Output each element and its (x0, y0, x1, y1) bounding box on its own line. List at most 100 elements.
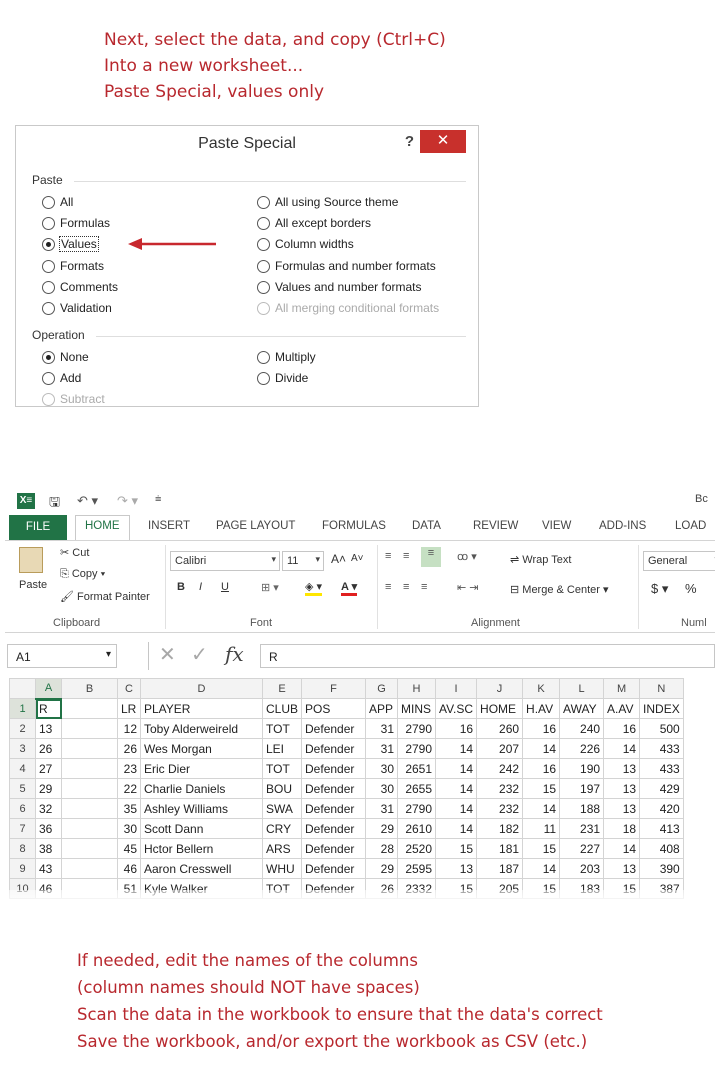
cell[interactable]: Defender (301, 778, 367, 799)
cell[interactable]: Charlie Daniels (140, 778, 263, 799)
cell[interactable]: PLAYER (140, 698, 263, 719)
formula-input[interactable]: R (260, 644, 715, 668)
cell[interactable]: 13 (603, 798, 641, 819)
cell[interactable]: 500 (639, 718, 684, 739)
cell[interactable]: 390 (639, 858, 684, 879)
cell[interactable]: 14 (435, 798, 478, 819)
cell[interactable]: 31 (365, 738, 399, 759)
cell[interactable]: 14 (435, 738, 478, 759)
insert-function-icon[interactable]: fx (225, 642, 244, 666)
column-header[interactable]: E (261, 678, 303, 699)
radio-add[interactable]: Add (42, 371, 81, 385)
cell[interactable]: 15 (522, 838, 561, 859)
radio-subtract[interactable]: Subtract (42, 392, 105, 406)
tab-data[interactable]: DATA (412, 520, 441, 532)
column-header[interactable]: H (397, 678, 437, 699)
align-top-icon[interactable]: ≡ (385, 550, 391, 562)
tab-review[interactable]: REVIEW (473, 520, 518, 532)
cell[interactable]: APP (365, 698, 399, 719)
cell[interactable]: 30 (117, 818, 141, 839)
cell[interactable]: Defender (301, 718, 367, 739)
cell[interactable]: 2520 (397, 838, 437, 859)
cell[interactable]: 16 (435, 718, 478, 739)
cell[interactable]: 43 (35, 858, 62, 879)
cell[interactable]: TOT (261, 758, 303, 779)
cell[interactable]: LEI (261, 738, 303, 759)
align-bottom-icon[interactable]: ≡ (421, 547, 441, 567)
cell[interactable]: 197 (559, 778, 605, 799)
fill-color-icon[interactable]: ◈ ▾ (305, 580, 323, 596)
cell[interactable] (61, 758, 118, 779)
column-header[interactable]: D (140, 678, 263, 699)
cell[interactable]: SWA (261, 798, 303, 819)
align-center-icon[interactable]: ≡ (403, 581, 409, 593)
cell[interactable]: 2655 (397, 778, 437, 799)
cell[interactable]: 13 (603, 758, 641, 779)
cell[interactable]: 242 (476, 758, 524, 779)
cell[interactable]: Defender (301, 838, 367, 859)
cell[interactable]: TOT (261, 718, 303, 739)
format-painter-button[interactable]: 🖌 Format Painter (60, 590, 150, 603)
cell[interactable]: CLUB (261, 698, 303, 719)
select-all-corner[interactable] (9, 678, 36, 699)
borders-icon[interactable]: ⊞ ▾ (261, 581, 279, 594)
cell[interactable]: 16 (522, 718, 561, 739)
cell[interactable]: 38 (35, 838, 62, 859)
column-header[interactable]: F (301, 678, 367, 699)
help-button[interactable]: ? (405, 133, 414, 150)
cell[interactable]: 26 (117, 738, 141, 759)
tab-view[interactable]: VIEW (542, 520, 571, 532)
column-header[interactable]: I (435, 678, 478, 699)
cell[interactable]: 14 (522, 858, 561, 879)
cell[interactable]: Toby Alderweireld (140, 718, 263, 739)
cell[interactable]: WHU (261, 858, 303, 879)
radio-all-using-source-theme[interactable]: All using Source theme (257, 195, 398, 209)
cell[interactable]: Defender (301, 738, 367, 759)
cell[interactable]: INDEX (639, 698, 684, 719)
cell[interactable]: 13 (603, 778, 641, 799)
cell[interactable]: 31 (365, 718, 399, 739)
bold-button[interactable]: B (177, 581, 185, 593)
cell[interactable]: 23 (117, 758, 141, 779)
cell[interactable]: 29 (365, 858, 399, 879)
cell[interactable]: Defender (301, 858, 367, 879)
cell[interactable]: 13 (35, 718, 62, 739)
column-header[interactable]: M (603, 678, 641, 699)
row-header[interactable]: 5 (9, 778, 36, 799)
radio-formulas-and-number-formats[interactable]: Formulas and number formats (257, 259, 436, 273)
cell[interactable]: 30 (365, 758, 399, 779)
cell[interactable]: 45 (117, 838, 141, 859)
cell[interactable]: 36 (35, 818, 62, 839)
radio-all[interactable]: All (42, 195, 73, 209)
underline-button[interactable]: U (221, 581, 229, 593)
cell[interactable]: ARS (261, 838, 303, 859)
cell[interactable]: Defender (301, 758, 367, 779)
cell[interactable] (61, 698, 118, 719)
cell[interactable]: 2651 (397, 758, 437, 779)
cell[interactable]: 16 (522, 758, 561, 779)
cell[interactable]: R (35, 698, 62, 719)
cell[interactable] (61, 818, 118, 839)
cell[interactable]: A.AV (603, 698, 641, 719)
currency-button[interactable]: $ ▾ (651, 581, 668, 597)
cell[interactable]: Eric Dier (140, 758, 263, 779)
align-left-icon[interactable]: ≡ (385, 581, 391, 593)
wrap-text-button[interactable]: ⇌ Wrap Text (510, 553, 571, 566)
save-icon[interactable]: 🖫 (49, 493, 60, 515)
cell[interactable]: 2790 (397, 798, 437, 819)
font-color-icon[interactable]: A ▾ (341, 580, 358, 596)
cell[interactable]: 260 (476, 718, 524, 739)
paste-icon[interactable] (19, 547, 43, 573)
radio-all-except-borders[interactable]: All except borders (257, 216, 371, 230)
cell[interactable]: CRY (261, 818, 303, 839)
cell[interactable] (61, 738, 118, 759)
font-size-combo[interactable]: 11 (282, 551, 324, 571)
cut-button[interactable]: ✂ Cut (60, 546, 89, 559)
cell[interactable]: 433 (639, 738, 684, 759)
align-middle-icon[interactable]: ≡ (403, 550, 409, 562)
row-header[interactable]: 9 (9, 858, 36, 879)
column-header[interactable]: L (559, 678, 605, 699)
cell[interactable] (61, 858, 118, 879)
cell[interactable]: 35 (117, 798, 141, 819)
cell[interactable]: 46 (117, 858, 141, 879)
